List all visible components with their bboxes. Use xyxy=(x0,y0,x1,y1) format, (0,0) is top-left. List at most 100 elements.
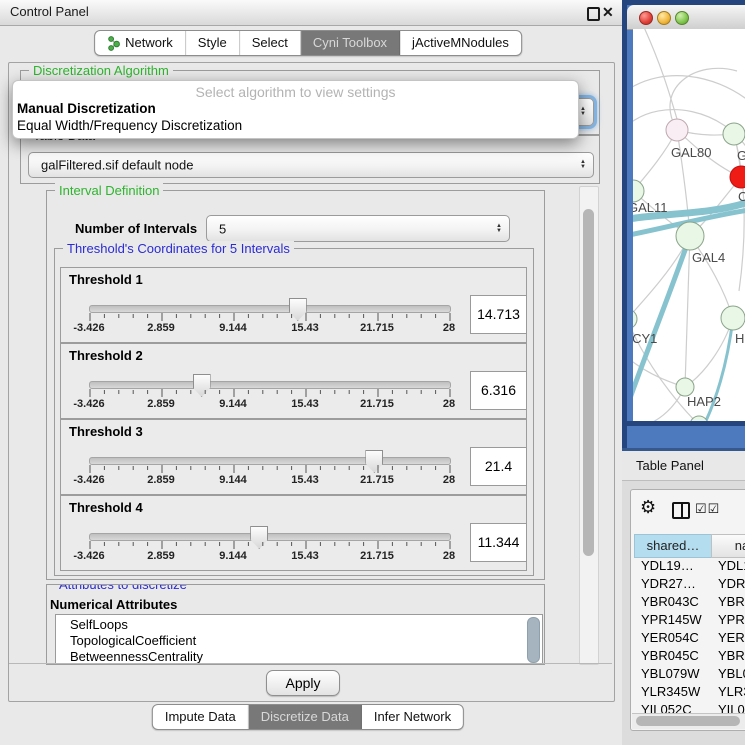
slider-tick-label: 15.43 xyxy=(291,322,319,334)
tab-style[interactable]: Style xyxy=(186,31,240,55)
column-header-name[interactable]: na xyxy=(711,534,745,558)
tab-network-label: Network xyxy=(125,31,173,55)
scrollbar-thumb[interactable] xyxy=(636,716,740,726)
slider-track[interactable] xyxy=(89,381,451,389)
node-label: GAL4 xyxy=(692,250,725,265)
panel-vertical-scrollbar[interactable] xyxy=(579,186,599,665)
scrollbar-thumb[interactable] xyxy=(583,209,594,556)
threshold-value-field[interactable]: 11.344 xyxy=(470,523,527,562)
cell-shared-name: YBL079W xyxy=(641,665,700,683)
slider-tick-label: 15.43 xyxy=(291,398,319,410)
table-row[interactable]: YBR045CYBR0 xyxy=(634,647,745,665)
node-label: HAP2 xyxy=(687,394,721,409)
slider-ticks xyxy=(89,465,451,474)
slider-tick-label: 28 xyxy=(443,474,455,486)
node-label: C xyxy=(738,189,745,204)
right-panel: GAL80GAL11GAL4GCY1HAP2GACH Table Panel ⚙… xyxy=(622,0,745,745)
dropdown-option-equal-width[interactable]: Equal Width/Frequency Discretization xyxy=(17,118,242,133)
network-node[interactable] xyxy=(730,166,745,188)
table-data-combobox[interactable]: galFiltered.sif default node ▲▼ xyxy=(28,152,594,178)
gear-icon[interactable]: ⚙ xyxy=(640,497,656,518)
group-title: Threshold's Coordinates for 5 Intervals xyxy=(63,241,294,256)
slider-track[interactable] xyxy=(89,305,451,313)
dropdown-option-manual[interactable]: Manual Discretization xyxy=(17,101,156,116)
network-node[interactable] xyxy=(676,222,704,250)
attribute-list-item[interactable]: SelfLoops xyxy=(56,617,542,633)
threshold-value-field[interactable]: 6.316 xyxy=(470,371,527,410)
zoom-traffic-light-icon[interactable] xyxy=(675,11,689,25)
slider-tick-label: 9.144 xyxy=(219,322,247,334)
combo-value: 5 xyxy=(219,221,226,236)
slider-tick-label: -3.426 xyxy=(73,322,104,334)
float-window-icon[interactable] xyxy=(587,7,600,21)
cell-name: YDL1 xyxy=(718,557,745,575)
network-node[interactable] xyxy=(633,309,637,329)
slider-tick-label: 2.859 xyxy=(147,398,175,410)
slider-track[interactable] xyxy=(89,533,451,541)
attribute-list-item[interactable]: TopologicalCoefficient xyxy=(56,633,542,649)
slider-tick-label: 21.715 xyxy=(360,398,394,410)
tab-network[interactable]: Network xyxy=(95,31,186,55)
slider-tick-label: 28 xyxy=(443,322,455,334)
tab-infer-network[interactable]: Infer Network xyxy=(362,705,463,729)
cell-name: YPR1 xyxy=(718,611,745,629)
top-tab-bar: Network Style Select Cyni Toolbox jActiv… xyxy=(94,30,522,56)
group-title: Interval Definition xyxy=(55,183,163,198)
table-row[interactable]: YER054CYER0 xyxy=(634,629,745,647)
tab-discretize-data[interactable]: Discretize Data xyxy=(249,705,362,729)
network-window-titlebar[interactable] xyxy=(627,5,745,30)
cell-name: YBL0 xyxy=(718,665,745,683)
slider-tick-label: 9.144 xyxy=(219,398,247,410)
numerical-attributes-list[interactable]: SelfLoopsTopologicalCoefficientBetweenne… xyxy=(55,614,543,664)
tab-impute-data[interactable]: Impute Data xyxy=(153,705,249,729)
number-of-intervals-combobox[interactable]: 5 ▲▼ xyxy=(206,215,510,242)
slider-tick-label: -3.426 xyxy=(73,474,104,486)
table-row[interactable]: YBR043CYBR0 xyxy=(634,593,745,611)
group-title: Discretization Algorithm xyxy=(29,63,173,78)
table-row[interactable]: YDL19…YDL1 xyxy=(634,557,745,575)
table-row[interactable]: YDR27…YDR2 xyxy=(634,575,745,593)
table-panel-titlebar: Table Panel xyxy=(622,451,745,481)
slider-tick-label: 9.144 xyxy=(219,550,247,562)
combo-value: galFiltered.sif default node xyxy=(41,158,193,173)
attribute-list-item[interactable]: BetweennessCentrality xyxy=(56,649,542,664)
slider-ticks xyxy=(89,313,451,322)
slider-tick-label: -3.426 xyxy=(73,550,104,562)
table-horizontal-scrollbar[interactable] xyxy=(632,713,745,729)
table-row[interactable]: YLR345WYLR3 xyxy=(634,683,745,701)
network-window: GAL80GAL11GAL4GCY1HAP2GACH xyxy=(622,0,745,451)
network-canvas[interactable]: GAL80GAL11GAL4GCY1HAP2GACH xyxy=(633,29,745,421)
column-header-shared[interactable]: shared… xyxy=(634,534,712,558)
threshold-value-field[interactable]: 21.4 xyxy=(470,447,527,486)
tab-cyni-toolbox[interactable]: Cyni Toolbox xyxy=(301,31,400,55)
apply-button[interactable]: Apply xyxy=(266,670,340,696)
table-row[interactable]: YPR145WYPR1 xyxy=(634,611,745,629)
panel-title: Control Panel xyxy=(10,4,89,19)
threshold-panel: Threshold 4-3.4262.8599.14415.4321.71528… xyxy=(60,495,527,571)
threshold-value-field[interactable]: 14.713 xyxy=(470,295,527,334)
close-traffic-light-icon[interactable] xyxy=(639,11,653,25)
network-node[interactable] xyxy=(666,119,688,141)
spinner-arrows-icon: ▲▼ xyxy=(580,160,586,170)
threshold-panel: Threshold 2-3.4262.8599.14415.4321.71528… xyxy=(60,343,527,419)
column-layout-icon[interactable] xyxy=(672,502,690,519)
table-row[interactable]: YBL079W YBL0 xyxy=(634,665,745,683)
checkbox-checked-icons[interactable]: ☑☑ xyxy=(695,501,720,517)
threshold-panel: Threshold 1-3.4262.8599.14415.4321.71528… xyxy=(60,267,527,343)
network-node[interactable] xyxy=(723,123,745,145)
node-label: GAL11 xyxy=(633,200,668,215)
tab-jactivemnodules[interactable]: jActiveMNodules xyxy=(400,31,521,55)
node-label: GAL80 xyxy=(671,145,711,160)
slider-tick-label: 28 xyxy=(443,550,455,562)
slider-tick-label: 21.715 xyxy=(360,550,394,562)
slider-track[interactable] xyxy=(89,457,451,465)
network-node[interactable] xyxy=(721,306,745,330)
close-icon[interactable]: ✕ xyxy=(602,4,614,21)
cell-name: YDR2 xyxy=(718,575,745,593)
list-scrollbar-thumb[interactable] xyxy=(527,617,540,663)
slider-ticks xyxy=(89,389,451,398)
node-label: H xyxy=(735,331,744,346)
tab-select[interactable]: Select xyxy=(240,31,301,55)
minimize-traffic-light-icon[interactable] xyxy=(657,11,671,25)
threshold-label: Threshold 4 xyxy=(69,500,143,515)
